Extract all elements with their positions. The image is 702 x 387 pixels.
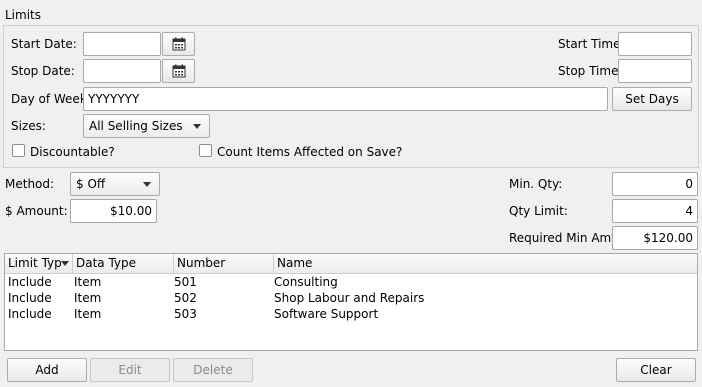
cell-name: Software Support bbox=[274, 307, 379, 321]
column-header-label: Name bbox=[277, 256, 313, 270]
column-header-label: Number bbox=[177, 256, 226, 270]
stop-time-label: Stop Time: bbox=[558, 64, 623, 78]
amount-field[interactable]: $10.00 bbox=[70, 199, 157, 223]
table-row[interactable]: Include Item 501 Consulting bbox=[5, 274, 697, 290]
column-header-data-type[interactable]: Data Type bbox=[73, 254, 174, 273]
cell-limit-type: Include bbox=[8, 307, 52, 321]
count-items-checkbox[interactable] bbox=[199, 144, 212, 157]
stop-date-field[interactable] bbox=[83, 59, 161, 83]
day-of-week-field[interactable]: YYYYYYY bbox=[83, 87, 608, 111]
table-row[interactable]: Include Item 502 Shop Labour and Repairs bbox=[5, 290, 697, 306]
start-time-label: Start Time: bbox=[558, 37, 625, 51]
chevron-down-icon bbox=[143, 182, 151, 187]
cell-limit-type: Include bbox=[8, 275, 52, 289]
column-header-name[interactable]: Name bbox=[274, 254, 697, 273]
column-header-label: Data Type bbox=[76, 256, 137, 270]
discountable-checkbox[interactable] bbox=[12, 144, 25, 157]
method-label: Method: bbox=[5, 177, 55, 191]
cell-data-type: Item bbox=[74, 307, 102, 321]
cell-data-type: Item bbox=[74, 291, 102, 305]
cell-limit-type: Include bbox=[8, 291, 52, 305]
calendar-icon bbox=[172, 64, 185, 78]
day-of-week-label: Day of Week: bbox=[11, 92, 91, 106]
items-table[interactable]: Limit Typ Data Type Number Name Include … bbox=[4, 253, 698, 351]
table-row[interactable]: Include Item 503 Software Support bbox=[5, 306, 697, 322]
sizes-select-value: All Selling Sizes bbox=[89, 119, 183, 133]
column-header-number[interactable]: Number bbox=[174, 254, 274, 273]
sort-down-icon bbox=[61, 261, 69, 266]
set-days-button[interactable]: Set Days bbox=[612, 87, 692, 111]
table-header: Limit Typ Data Type Number Name bbox=[5, 254, 697, 274]
cell-data-type: Item bbox=[74, 275, 102, 289]
delete-button[interactable]: Delete bbox=[173, 358, 253, 382]
start-time-field[interactable] bbox=[618, 32, 692, 56]
add-button[interactable]: Add bbox=[7, 358, 87, 382]
start-date-calendar-button[interactable] bbox=[162, 32, 195, 56]
cell-number: 502 bbox=[174, 291, 197, 305]
qty-limit-label: Qty Limit: bbox=[509, 204, 568, 218]
method-select[interactable]: $ Off bbox=[70, 172, 160, 196]
stop-date-calendar-button[interactable] bbox=[162, 59, 195, 83]
calendar-icon bbox=[172, 37, 185, 51]
cell-number: 501 bbox=[174, 275, 197, 289]
limits-section-title: Limits bbox=[5, 8, 41, 22]
column-header-label: Limit Typ bbox=[8, 256, 62, 270]
start-date-label: Start Date: bbox=[11, 37, 77, 51]
start-date-field[interactable] bbox=[83, 32, 161, 56]
amount-label: $ Amount: bbox=[5, 204, 68, 218]
column-header-limit-type[interactable]: Limit Typ bbox=[5, 254, 73, 273]
stop-time-field[interactable] bbox=[618, 59, 692, 83]
method-select-value: $ Off bbox=[76, 177, 106, 191]
sizes-label: Sizes: bbox=[11, 119, 46, 133]
clear-button[interactable]: Clear bbox=[616, 358, 696, 382]
sizes-select[interactable]: All Selling Sizes bbox=[83, 114, 210, 138]
required-min-amt-field[interactable]: $120.00 bbox=[612, 226, 698, 250]
min-qty-label: Min. Qty: bbox=[509, 177, 563, 191]
count-items-label: Count Items Affected on Save? bbox=[217, 145, 403, 159]
discountable-label: Discountable? bbox=[30, 145, 115, 159]
cell-name: Shop Labour and Repairs bbox=[274, 291, 425, 305]
qty-limit-field[interactable]: 4 bbox=[612, 199, 698, 223]
cell-number: 503 bbox=[174, 307, 197, 321]
chevron-down-icon bbox=[193, 124, 201, 129]
required-min-amt-label: Required Min Amt: bbox=[509, 231, 620, 245]
stop-date-label: Stop Date: bbox=[11, 64, 75, 78]
edit-button[interactable]: Edit bbox=[90, 358, 170, 382]
cell-name: Consulting bbox=[274, 275, 338, 289]
min-qty-field[interactable]: 0 bbox=[612, 172, 698, 196]
